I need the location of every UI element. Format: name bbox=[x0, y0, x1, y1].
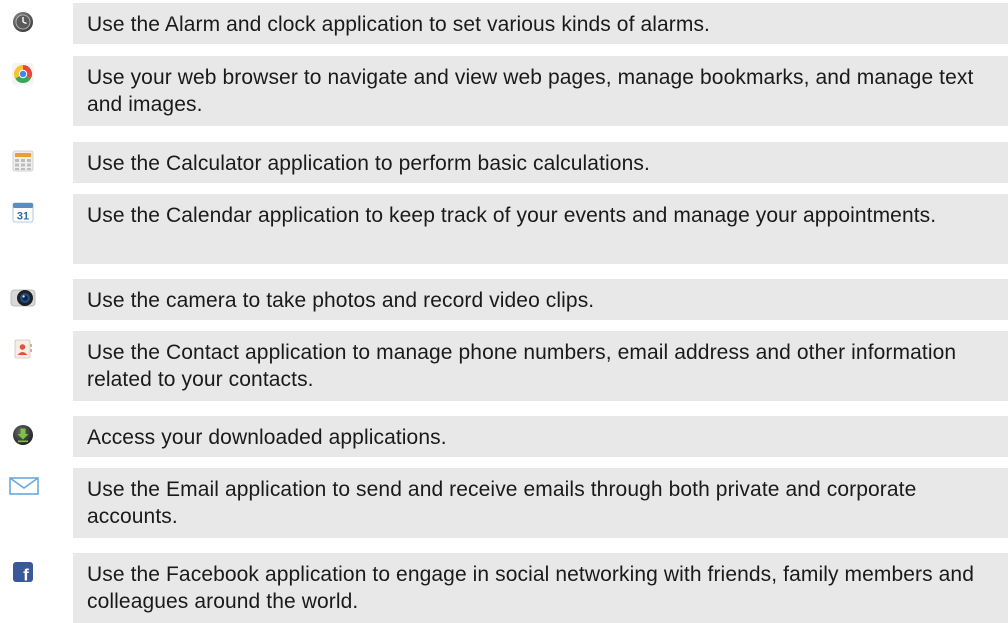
contacts-icon bbox=[7, 333, 39, 365]
downloads-description: Access your downloaded applications. bbox=[73, 416, 1008, 457]
calendar-description: Use the Calendar application to keep tra… bbox=[73, 194, 1008, 264]
browser-description: Use your web browser to navigate and vie… bbox=[73, 56, 1008, 126]
calendar-icon-day: 31 bbox=[17, 211, 29, 223]
camera-description: Use the camera to take photos and record… bbox=[73, 279, 1008, 320]
facebook-icon-letter: f bbox=[23, 566, 29, 584]
camera-icon bbox=[7, 282, 39, 314]
calculator-description: Use the Calculator application to perfor… bbox=[73, 142, 1008, 183]
facebook-description: Use the Facebook application to engage i… bbox=[73, 553, 1008, 623]
alarm-clock-description: Use the Alarm and clock application to s… bbox=[73, 3, 1008, 44]
email-description: Use the Email application to send and re… bbox=[73, 468, 1008, 538]
email-icon bbox=[8, 470, 40, 502]
contacts-description: Use the Contact application to manage ph… bbox=[73, 331, 1008, 401]
facebook-icon: f bbox=[7, 556, 39, 588]
browser-icon bbox=[7, 58, 39, 90]
calendar-icon: 31 bbox=[7, 196, 39, 228]
clock-icon bbox=[7, 6, 39, 38]
calculator-icon bbox=[7, 145, 39, 177]
downloads-icon bbox=[7, 419, 39, 451]
